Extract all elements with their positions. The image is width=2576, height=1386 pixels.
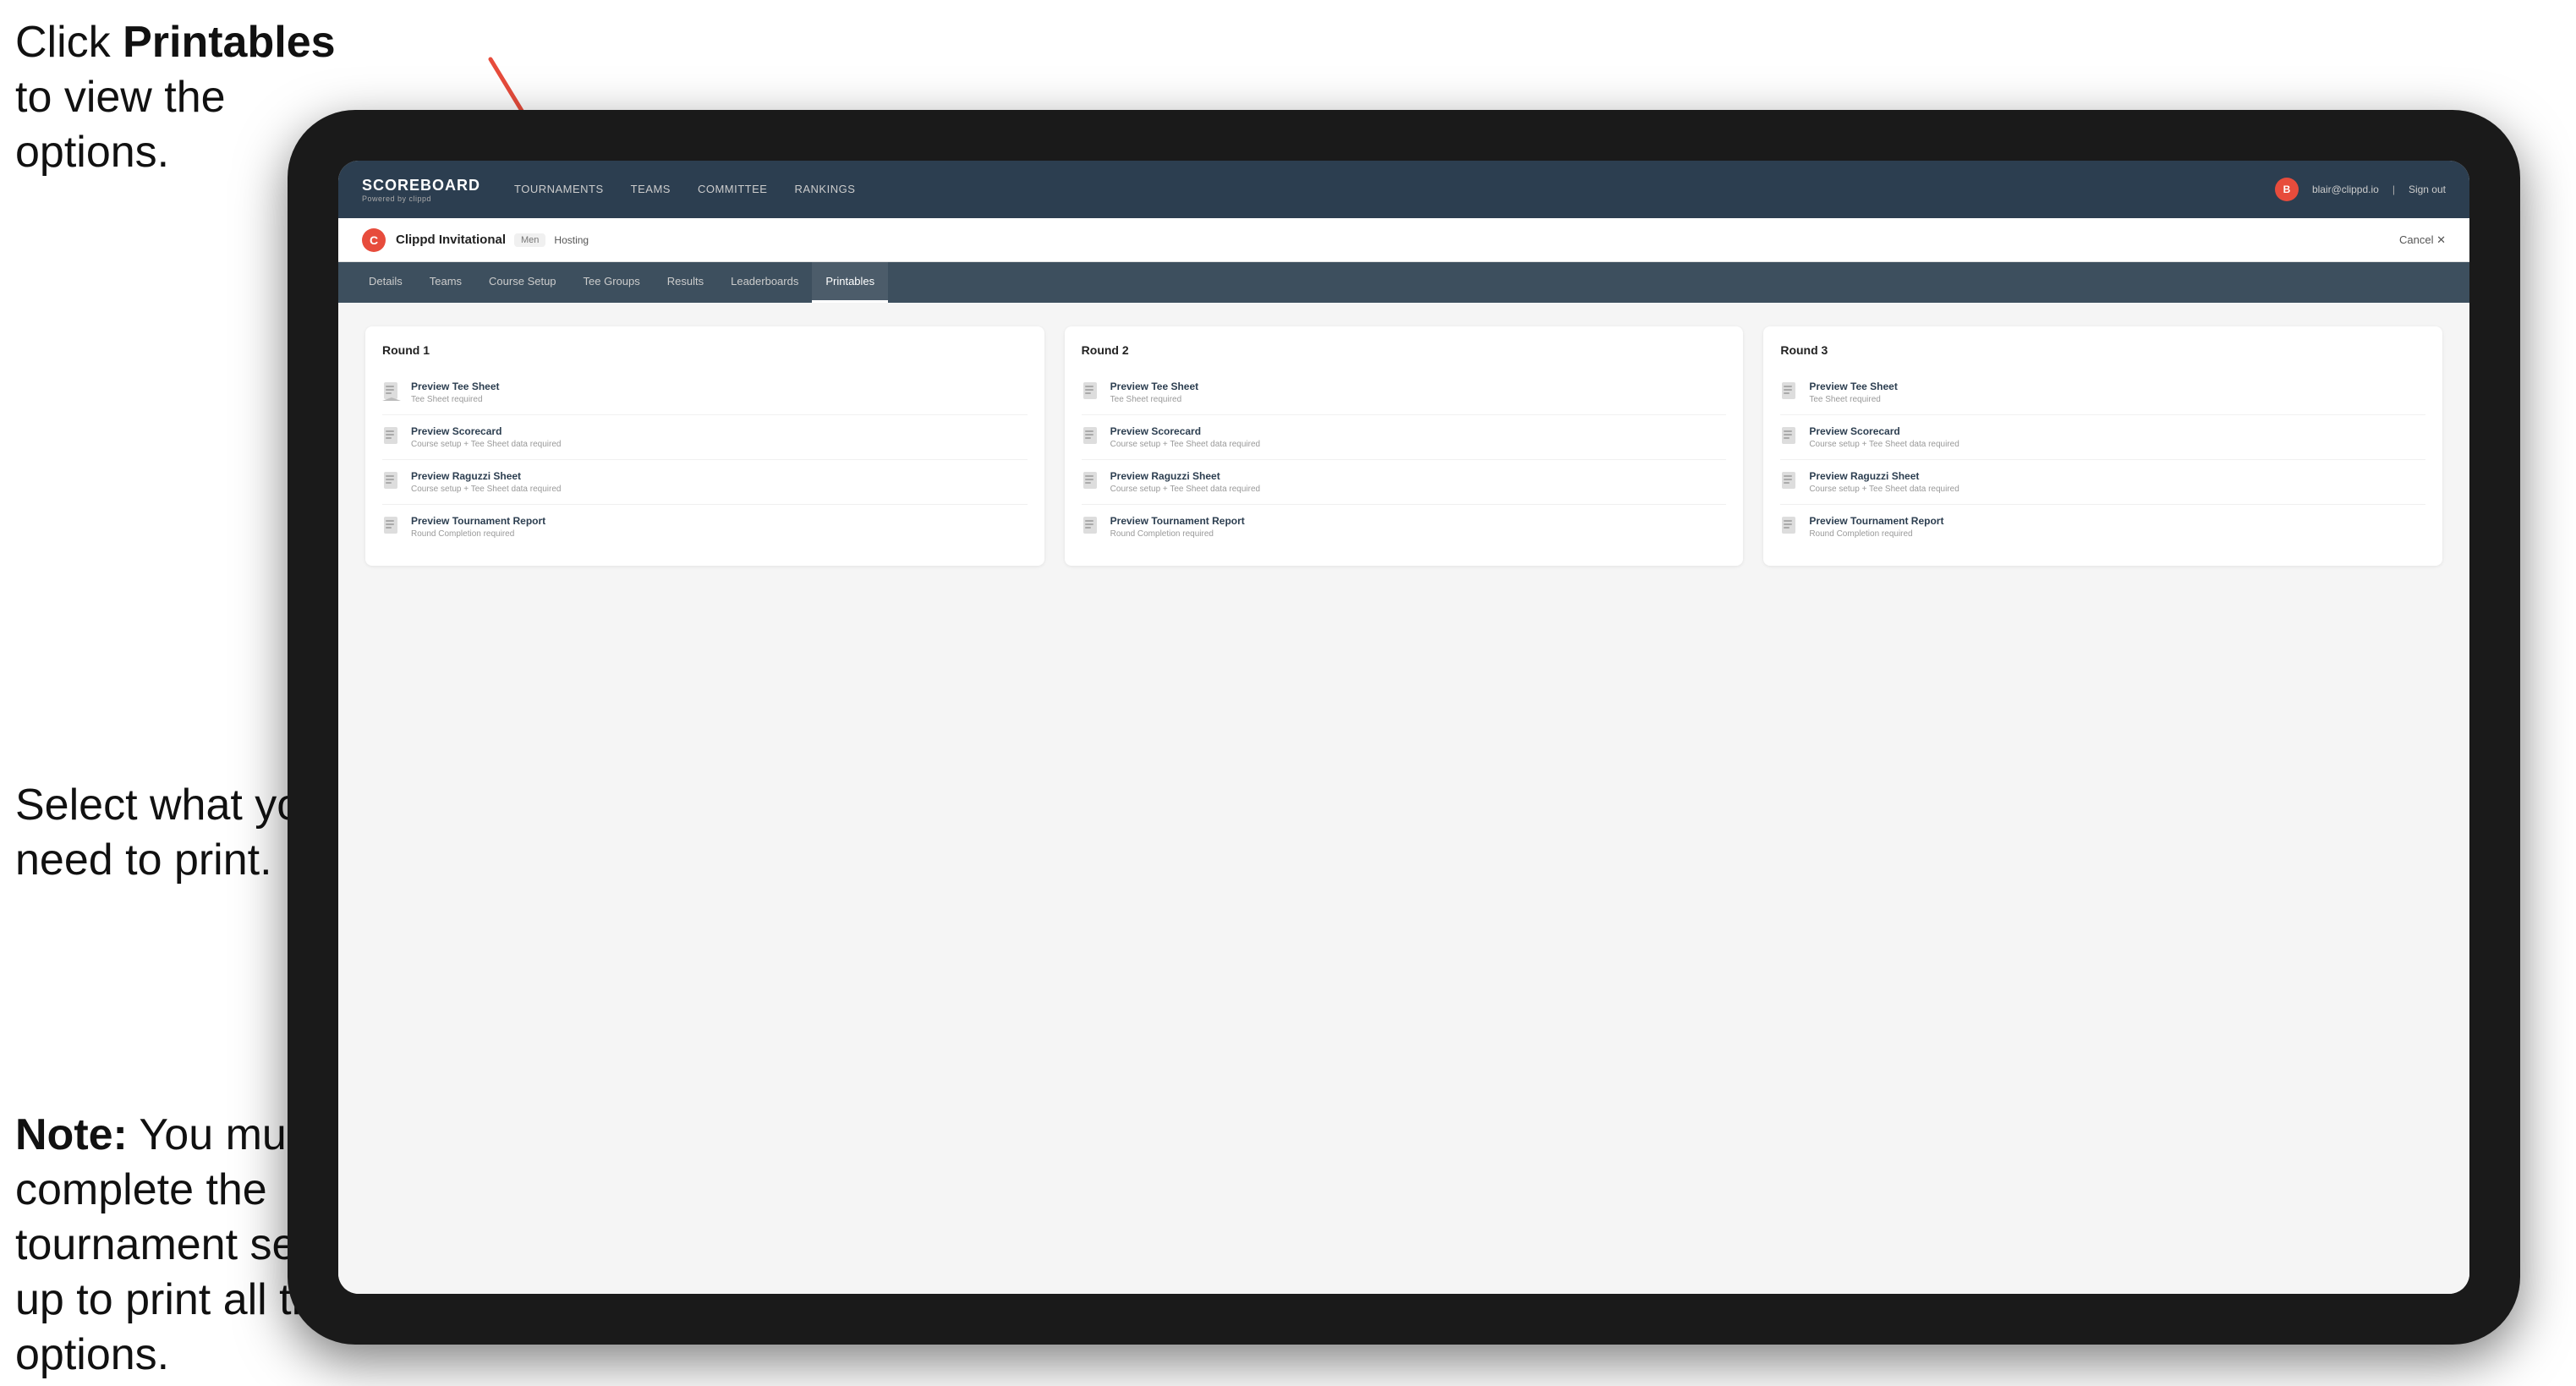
round-1-tee-sheet[interactable]: Preview Tee Sheet Tee Sheet required xyxy=(382,370,1028,415)
r2-scorecard-icon xyxy=(1082,427,1100,449)
round-3-report-title: Preview Tournament Report xyxy=(1809,515,2425,527)
tournament-bar: C Clippd Invitational Men Hosting Cancel… xyxy=(338,218,2469,262)
scorecard-icon xyxy=(382,427,401,449)
round-1-scorecard-subtitle: Course setup + Tee Sheet data required xyxy=(411,440,1028,449)
round-2-section: Round 2 Preview Tee Sheet xyxy=(1065,326,1744,566)
top-nav-right: B blair@clippd.io | Sign out xyxy=(2275,178,2446,201)
round-1-scorecard-title: Preview Scorecard xyxy=(411,425,1028,437)
round-3-raguzzi-content: Preview Raguzzi Sheet Course setup + Tee… xyxy=(1809,470,2425,494)
round-3-tee-sheet-content: Preview Tee Sheet Tee Sheet required xyxy=(1809,381,2425,404)
r2-report-icon xyxy=(1082,517,1100,539)
tablet-device: SCOREBOARD Powered by clippd TOURNAMENTS… xyxy=(288,110,2520,1345)
round-2-report-content: Preview Tournament Report Round Completi… xyxy=(1110,515,1727,539)
round-3-raguzzi-subtitle: Course setup + Tee Sheet data required xyxy=(1809,485,2425,494)
round-3-report-content: Preview Tournament Report Round Completi… xyxy=(1809,515,2425,539)
round-3-title: Round 3 xyxy=(1780,343,2425,357)
round-1-raguzzi-title: Preview Raguzzi Sheet xyxy=(411,470,1028,482)
round-2-raguzzi-content: Preview Raguzzi Sheet Course setup + Tee… xyxy=(1110,470,1727,494)
round-2-title: Round 2 xyxy=(1082,343,1727,357)
round-2-scorecard[interactable]: Preview Scorecard Course setup + Tee She… xyxy=(1082,415,1727,460)
round-1-section: Round 1 Preview Tee S xyxy=(365,326,1044,566)
tab-teams[interactable]: Teams xyxy=(416,262,475,303)
tournament-icon: C xyxy=(362,228,386,252)
round-2-tee-sheet[interactable]: Preview Tee Sheet Tee Sheet required xyxy=(1082,370,1727,415)
nav-tournaments[interactable]: TOURNAMENTS xyxy=(514,179,604,200)
round-2-tee-sheet-subtitle: Tee Sheet required xyxy=(1110,395,1727,404)
annotation-top: Click Printables to view the options. xyxy=(15,15,337,180)
round-2-scorecard-subtitle: Course setup + Tee Sheet data required xyxy=(1110,440,1727,449)
round-3-raguzzi[interactable]: Preview Raguzzi Sheet Course setup + Tee… xyxy=(1780,460,2425,505)
round-3-tee-sheet-title: Preview Tee Sheet xyxy=(1809,381,2425,392)
round-2-scorecard-title: Preview Scorecard xyxy=(1110,425,1727,437)
nav-committee[interactable]: COMMITTEE xyxy=(698,179,768,200)
nav-teams[interactable]: TEAMS xyxy=(631,179,671,200)
round-3-section: Round 3 Preview Tee Sheet xyxy=(1763,326,2442,566)
round-2-report-title: Preview Tournament Report xyxy=(1110,515,1727,527)
user-email: blair@clippd.io xyxy=(2312,184,2379,195)
tournament-badge: Men xyxy=(514,233,545,247)
round-1-report-subtitle: Round Completion required xyxy=(411,529,1028,539)
r3-report-icon xyxy=(1780,517,1799,539)
round-1-raguzzi-content: Preview Raguzzi Sheet Course setup + Tee… xyxy=(411,470,1028,494)
round-3-tee-sheet-subtitle: Tee Sheet required xyxy=(1809,395,2425,404)
round-2-raguzzi-subtitle: Course setup + Tee Sheet data required xyxy=(1110,485,1727,494)
top-nav: SCOREBOARD Powered by clippd TOURNAMENTS… xyxy=(338,161,2469,218)
tee-sheet-icon xyxy=(382,382,401,404)
round-3-scorecard-subtitle: Course setup + Tee Sheet data required xyxy=(1809,440,2425,449)
tab-course-setup[interactable]: Course Setup xyxy=(475,262,570,303)
round-1-scorecard-content: Preview Scorecard Course setup + Tee She… xyxy=(411,425,1028,449)
tab-tee-groups[interactable]: Tee Groups xyxy=(570,262,654,303)
cancel-button[interactable]: Cancel ✕ xyxy=(2399,233,2446,247)
report-icon xyxy=(382,517,401,539)
r3-scorecard-icon xyxy=(1780,427,1799,449)
round-2-scorecard-content: Preview Scorecard Course setup + Tee She… xyxy=(1110,425,1727,449)
tab-results[interactable]: Results xyxy=(654,262,717,303)
sign-out-link[interactable]: Sign out xyxy=(2409,184,2446,195)
r3-tee-sheet-icon xyxy=(1780,382,1799,404)
round-3-report-subtitle: Round Completion required xyxy=(1809,529,2425,539)
tablet-screen: SCOREBOARD Powered by clippd TOURNAMENTS… xyxy=(338,161,2469,1294)
r2-tee-sheet-icon xyxy=(1082,382,1100,404)
round-3-scorecard[interactable]: Preview Scorecard Course setup + Tee She… xyxy=(1780,415,2425,460)
round-1-tee-sheet-title: Preview Tee Sheet xyxy=(411,381,1028,392)
user-avatar: B xyxy=(2275,178,2299,201)
round-1-raguzzi[interactable]: Preview Raguzzi Sheet Course setup + Tee… xyxy=(382,460,1028,505)
top-nav-links: TOURNAMENTS TEAMS COMMITTEE RANKINGS xyxy=(514,179,2275,200)
r2-raguzzi-icon xyxy=(1082,472,1100,494)
tab-leaderboards[interactable]: Leaderboards xyxy=(717,262,812,303)
round-1-tee-sheet-subtitle: Tee Sheet required xyxy=(411,395,1028,404)
round-1-report-title: Preview Tournament Report xyxy=(411,515,1028,527)
tournament-name: Clippd Invitational xyxy=(396,233,506,247)
round-1-scorecard[interactable]: Preview Scorecard Course setup + Tee She… xyxy=(382,415,1028,460)
round-2-report-subtitle: Round Completion required xyxy=(1110,529,1727,539)
annotation-top-bold: Printables xyxy=(123,18,335,67)
tournament-status: Hosting xyxy=(554,234,589,246)
round-3-tournament-report[interactable]: Preview Tournament Report Round Completi… xyxy=(1780,505,2425,549)
round-2-tee-sheet-content: Preview Tee Sheet Tee Sheet required xyxy=(1110,381,1727,404)
round-3-tee-sheet[interactable]: Preview Tee Sheet Tee Sheet required xyxy=(1780,370,2425,415)
round-1-raguzzi-subtitle: Course setup + Tee Sheet data required xyxy=(411,485,1028,494)
round-2-tournament-report[interactable]: Preview Tournament Report Round Completi… xyxy=(1082,505,1727,549)
round-3-scorecard-title: Preview Scorecard xyxy=(1809,425,2425,437)
round-2-raguzzi-title: Preview Raguzzi Sheet xyxy=(1110,470,1727,482)
logo-subtitle: Powered by clippd xyxy=(362,194,480,203)
tab-printables[interactable]: Printables xyxy=(812,262,888,303)
round-3-raguzzi-title: Preview Raguzzi Sheet xyxy=(1809,470,2425,482)
round-1-tournament-report[interactable]: Preview Tournament Report Round Completi… xyxy=(382,505,1028,549)
scoreboard-logo: SCOREBOARD Powered by clippd xyxy=(362,177,480,203)
tab-bar: Details Teams Course Setup Tee Groups Re… xyxy=(338,262,2469,303)
round-3-scorecard-content: Preview Scorecard Course setup + Tee She… xyxy=(1809,425,2425,449)
round-1-title: Round 1 xyxy=(382,343,1028,357)
rounds-grid: Round 1 Preview Tee S xyxy=(365,326,2442,566)
raguzzi-icon xyxy=(382,472,401,494)
main-content: Round 1 Preview Tee S xyxy=(338,303,2469,1294)
round-1-tee-sheet-content: Preview Tee Sheet Tee Sheet required xyxy=(411,381,1028,404)
tab-details[interactable]: Details xyxy=(355,262,416,303)
round-2-tee-sheet-title: Preview Tee Sheet xyxy=(1110,381,1727,392)
round-1-report-content: Preview Tournament Report Round Completi… xyxy=(411,515,1028,539)
nav-rankings[interactable]: RANKINGS xyxy=(794,179,855,200)
round-2-raguzzi[interactable]: Preview Raguzzi Sheet Course setup + Tee… xyxy=(1082,460,1727,505)
logo-title: SCOREBOARD xyxy=(362,177,480,194)
r3-raguzzi-icon xyxy=(1780,472,1799,494)
